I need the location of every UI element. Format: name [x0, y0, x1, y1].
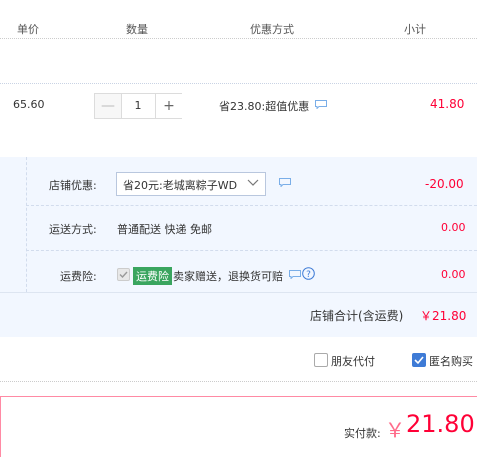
insurance-label: 运费险:	[60, 270, 97, 283]
header-unit-price: 单价	[17, 23, 39, 36]
coupon-divider	[26, 205, 477, 206]
insurance-checkbox[interactable]	[117, 268, 130, 281]
insurance-badge: 运费险	[133, 267, 172, 285]
quantity-increment-button[interactable]: +	[155, 94, 182, 118]
item-top-divider	[0, 83, 477, 84]
header-subtotal: 小计	[404, 23, 426, 36]
svg-text:?: ?	[306, 270, 311, 280]
quantity-stepper[interactable]: — 1 +	[94, 93, 182, 119]
chevron-down-icon	[247, 176, 259, 193]
shipping-divider	[26, 250, 477, 251]
coupon-selected-value: 省20元:老城离粽子WD	[123, 179, 238, 192]
item-subtotal: 41.80	[430, 97, 465, 111]
item-unit-price: 65.60	[13, 98, 45, 111]
chat-icon[interactable]	[315, 100, 327, 109]
help-icon[interactable]: ?	[302, 267, 315, 280]
quantity-decrement-button[interactable]: —	[95, 94, 122, 118]
insurance-amount: 0.00	[441, 268, 466, 281]
actual-payment-label: 实付款:	[344, 427, 381, 440]
shop-panel-left-border	[26, 157, 27, 292]
currency-symbol: ￥	[385, 418, 405, 442]
quantity-input[interactable]: 1	[122, 94, 154, 118]
anonymous-checkbox[interactable]	[412, 353, 426, 367]
shop-total-divider	[0, 292, 477, 293]
actual-payment-amount: 21.80	[406, 410, 475, 438]
coupon-label: 店铺优惠:	[49, 179, 97, 192]
header-divider	[0, 38, 477, 39]
item-discount-text: 省23.80:超值优惠	[219, 100, 310, 113]
coupon-amount: -20.00	[425, 177, 464, 191]
shipping-label: 运送方式:	[49, 223, 97, 236]
check-icon	[119, 271, 128, 279]
shipping-amount: 0.00	[441, 221, 466, 234]
insurance-chat-icon[interactable]	[289, 270, 301, 279]
coupon-chat-icon[interactable]	[279, 178, 291, 187]
shipping-method: 普通配送 快递 免邮	[117, 223, 212, 236]
options-divider	[0, 381, 477, 382]
header-quantity: 数量	[126, 23, 148, 36]
check-icon	[414, 356, 424, 365]
header-discount: 优惠方式	[250, 23, 294, 36]
insurance-text: 卖家赠送，退换货可赔	[173, 270, 283, 283]
shop-total-amount: ￥21.80	[420, 309, 467, 323]
shop-total-label: 店铺合计(含运费)	[310, 309, 404, 323]
anonymous-label[interactable]: 匿名购买	[429, 353, 473, 369]
friend-pay-label[interactable]: 朋友代付	[331, 353, 375, 369]
coupon-select[interactable]: 省20元:老城离粽子WD	[116, 172, 266, 196]
friend-pay-checkbox[interactable]	[314, 353, 328, 367]
